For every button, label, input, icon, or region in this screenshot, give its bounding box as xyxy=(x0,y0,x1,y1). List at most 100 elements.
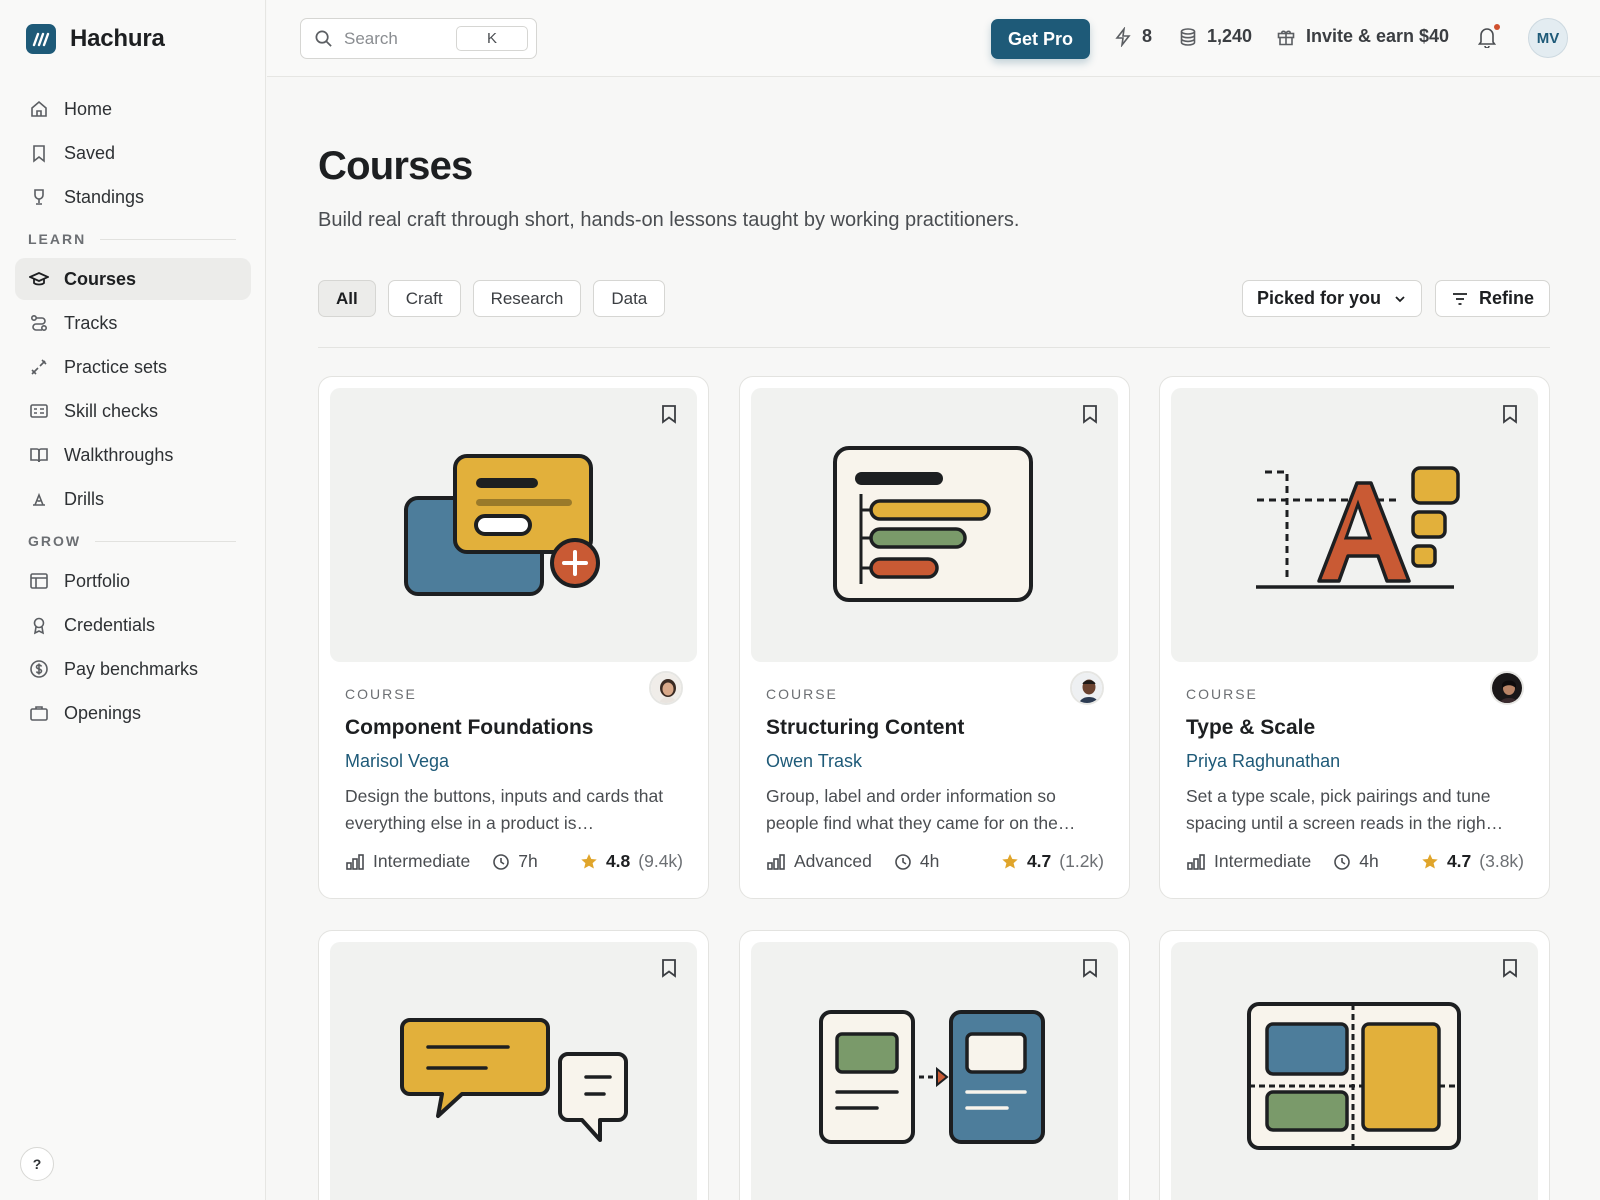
course-title[interactable]: Type & Scale xyxy=(1186,716,1315,740)
course-thumbnail xyxy=(1171,942,1538,1200)
course-description: Set a type scale, pick pairings and tune… xyxy=(1186,786,1504,833)
bell-icon xyxy=(1477,26,1497,48)
sidebar-item-practice-sets[interactable]: Practice sets xyxy=(15,346,251,388)
notification-dot xyxy=(1494,24,1500,30)
clock-icon xyxy=(894,853,912,871)
bookmark-icon[interactable] xyxy=(1502,958,1518,978)
gift-icon xyxy=(1276,27,1296,47)
screen-flow-illustration xyxy=(819,1010,1045,1144)
help-button[interactable]: ? xyxy=(20,1147,54,1181)
sort-dropdown[interactable]: Picked for you xyxy=(1242,280,1422,317)
bookmark-icon[interactable] xyxy=(661,958,677,978)
sidebar-item-label: Home xyxy=(64,98,113,119)
section-label: GROW xyxy=(28,533,82,549)
sidebar-item-tracks[interactable]: Tracks xyxy=(15,302,251,344)
sidebar-item-walkthroughs[interactable]: Walkthroughs xyxy=(15,434,251,476)
filter-chip-craft[interactable]: Craft xyxy=(387,280,461,317)
filter-chip-research[interactable]: Research xyxy=(472,280,582,317)
duration-meta: 7h xyxy=(492,851,538,872)
sort-label: Picked for you xyxy=(1256,288,1382,308)
sidebar-item-label: Courses xyxy=(64,268,137,289)
course-title[interactable]: Structuring Content xyxy=(766,716,964,740)
section-label: LEARN xyxy=(28,231,87,247)
course-duration: 7h xyxy=(518,851,538,871)
course-meta: Advanced 4h 4.7 (1.2k) xyxy=(766,851,1104,872)
sidebar-item-label: Practice sets xyxy=(64,356,168,377)
sidebar-item-courses[interactable]: Courses xyxy=(15,258,251,300)
sidebar-item-label: Portfolio xyxy=(64,570,131,591)
bookmark-icon[interactable] xyxy=(661,404,677,424)
conversation-illustration xyxy=(400,1018,628,1142)
bookmark-icon[interactable] xyxy=(1082,404,1098,424)
course-level: Intermediate xyxy=(373,851,471,871)
course-author[interactable]: Priya Raghunathan xyxy=(1186,751,1340,772)
course-card[interactable]: COURSE Structuring Content Owen Trask Gr… xyxy=(739,376,1130,899)
clock-icon xyxy=(1333,853,1351,871)
sidebar-item-credentials[interactable]: Credentials xyxy=(15,604,251,646)
award-icon xyxy=(28,614,50,636)
instructor-avatar xyxy=(649,671,683,705)
sidebar-item-drills[interactable]: Drills xyxy=(15,478,251,520)
course-author[interactable]: Owen Trask xyxy=(766,751,862,772)
filter-lines-icon xyxy=(1451,291,1469,307)
instructor-avatar xyxy=(1490,671,1524,705)
section-divider xyxy=(95,540,236,542)
filter-chips: All Craft Research Data xyxy=(318,280,666,317)
invite-link[interactable]: Invite & earn $40 xyxy=(1276,26,1449,47)
search-shortcut-badge: K xyxy=(456,26,528,51)
brand-logo-icon xyxy=(26,24,56,54)
notifications-button[interactable] xyxy=(1477,24,1500,48)
duration-meta: 4h xyxy=(894,851,939,872)
sidebar-item-label: Walkthroughs xyxy=(64,444,174,465)
sidebar-item-standings[interactable]: Standings xyxy=(15,176,251,218)
refine-label: Refine xyxy=(1478,288,1534,308)
course-duration: 4h xyxy=(1359,851,1379,871)
course-card[interactable] xyxy=(739,930,1130,1200)
course-title[interactable]: Component Foundations xyxy=(345,716,593,740)
dollar-icon xyxy=(28,658,50,680)
sidebar-item-pay-benchmarks[interactable]: Pay benchmarks xyxy=(15,648,251,690)
course-meta: Intermediate 7h 4.8 (9.4k) xyxy=(345,851,683,872)
grid-layout-illustration xyxy=(1247,1002,1461,1150)
sidebar-item-saved[interactable]: Saved xyxy=(15,132,251,174)
top-bar: K Get Pro 8 1,240 Invite & earn $40 MV xyxy=(267,0,1600,77)
search-input[interactable] xyxy=(344,28,454,49)
course-level: Advanced xyxy=(794,851,872,871)
filter-chip-all[interactable]: All xyxy=(318,280,376,317)
bookmark-icon xyxy=(28,142,50,164)
graduation-cap-icon xyxy=(28,268,50,290)
brand[interactable]: Hachura xyxy=(26,24,165,54)
sidebar-nav: Home Saved Standings LEARN Courses Track… xyxy=(15,88,251,736)
course-duration: 4h xyxy=(919,851,940,871)
sidebar-item-skill-checks[interactable]: Skill checks xyxy=(15,390,251,432)
rating-count: (1.2k) xyxy=(1059,851,1104,871)
sidebar-item-label: Credentials xyxy=(64,614,156,635)
bar-chart-icon xyxy=(766,853,786,871)
course-thumbnail xyxy=(751,388,1118,662)
course-thumbnail xyxy=(330,388,697,662)
course-card[interactable]: COURSE Component Foundations Marisol Veg… xyxy=(318,376,709,899)
get-pro-button[interactable]: Get Pro xyxy=(991,19,1090,59)
bookmark-icon[interactable] xyxy=(1502,404,1518,424)
course-card[interactable]: COURSE Type & Scale Priya Raghunathan Se… xyxy=(1159,376,1550,899)
course-card[interactable] xyxy=(1159,930,1550,1200)
filter-chip-data[interactable]: Data xyxy=(593,280,666,317)
coins-value: 1,240 xyxy=(1207,26,1253,46)
streak-counter[interactable]: 8 xyxy=(1114,26,1152,47)
sidebar-item-openings[interactable]: Openings xyxy=(15,692,251,734)
coins-counter[interactable]: 1,240 xyxy=(1179,26,1252,47)
lightning-icon xyxy=(1114,26,1132,47)
bar-chart-icon xyxy=(1186,853,1206,871)
brand-name: Hachura xyxy=(70,25,165,52)
sidebar-item-home[interactable]: Home xyxy=(15,88,251,130)
bookmark-icon[interactable] xyxy=(1082,958,1098,978)
user-avatar[interactable]: MV xyxy=(1528,18,1568,58)
section-header-learn: LEARN xyxy=(15,220,251,258)
course-rating: 4.7 (3.8k) xyxy=(1421,851,1524,872)
course-card[interactable] xyxy=(318,930,709,1200)
refine-button[interactable]: Refine xyxy=(1435,280,1550,317)
course-type-label: COURSE xyxy=(766,686,838,702)
sidebar-item-portfolio[interactable]: Portfolio xyxy=(15,560,251,602)
search-box[interactable]: K xyxy=(300,18,537,59)
course-author[interactable]: Marisol Vega xyxy=(345,751,449,772)
